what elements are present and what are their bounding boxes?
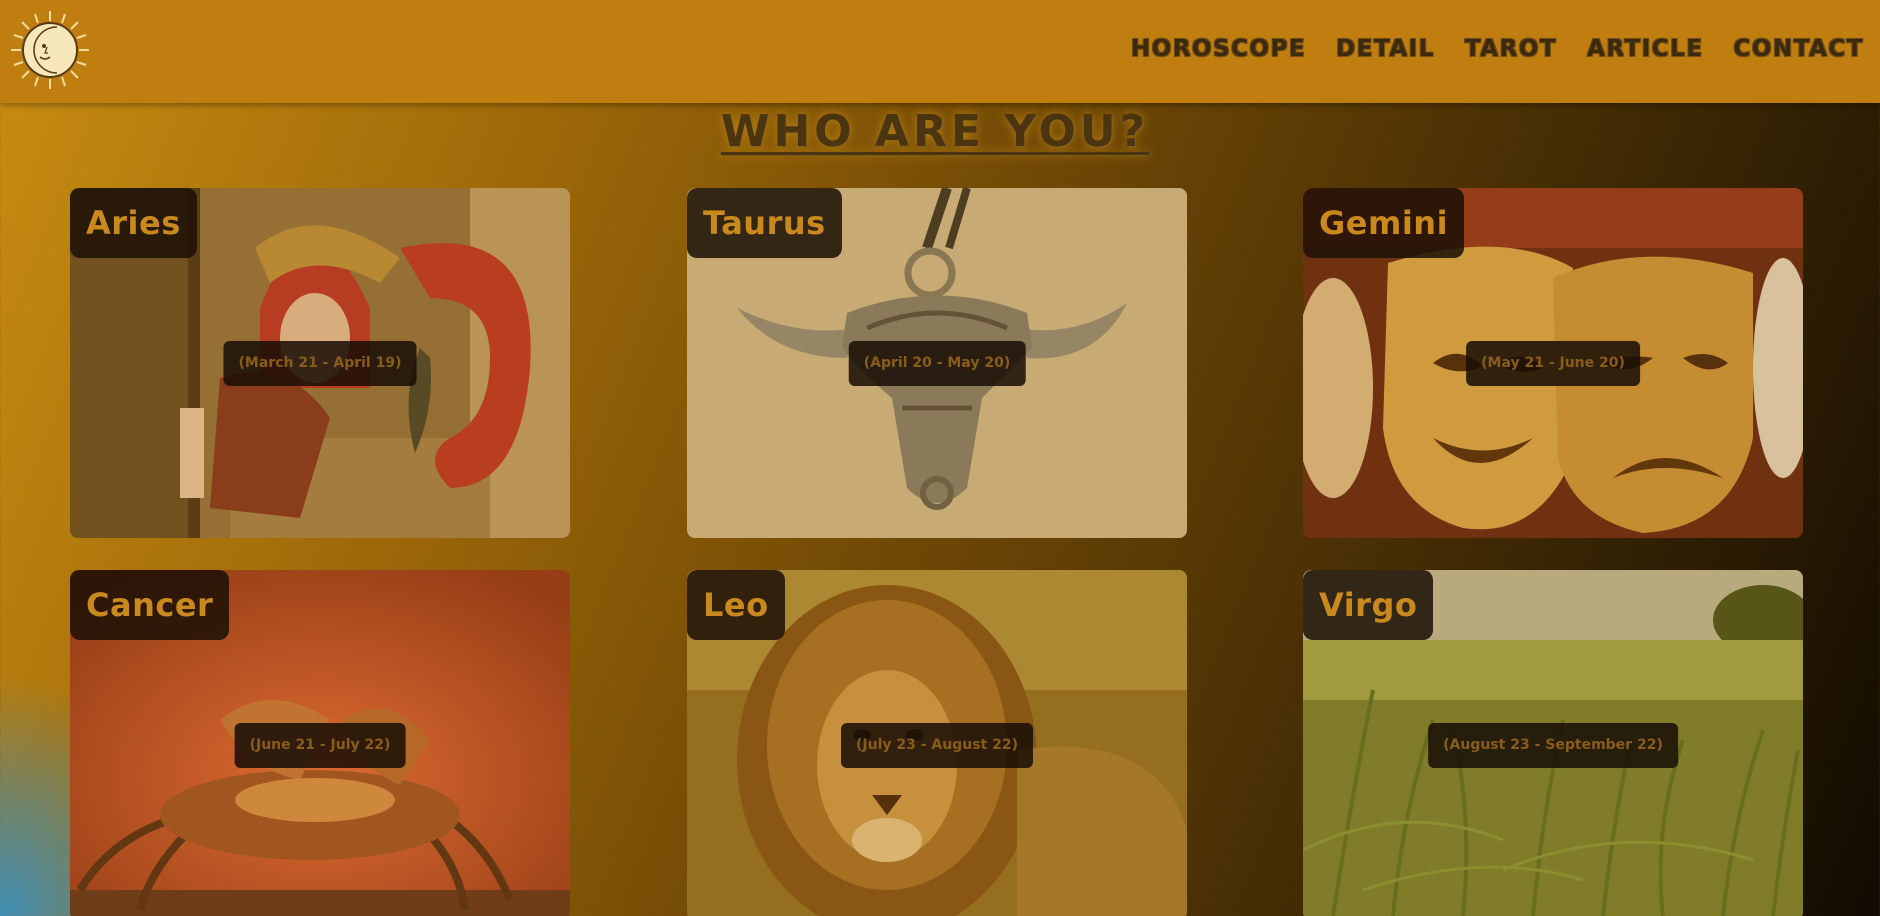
zodiac-card-gemini[interactable]: Gemini (May 21 - June 20): [1303, 188, 1803, 538]
sign-dates-cancer: (June 21 - July 22): [234, 723, 406, 768]
sign-dates-leo: (July 23 - August 22): [841, 723, 1033, 768]
sign-dates-gemini: (May 21 - June 20): [1466, 341, 1640, 386]
sign-name-leo[interactable]: Leo: [687, 570, 785, 640]
zodiac-card-taurus[interactable]: Taurus (April 20 - May 20): [687, 188, 1187, 538]
zodiac-card-cancer[interactable]: Cancer (June 21 - July 22): [70, 570, 570, 916]
nav-article[interactable]: ARTICLE: [1587, 36, 1703, 62]
sign-name-aries[interactable]: Aries: [70, 188, 197, 258]
zodiac-card-leo[interactable]: Leo (July 23 - August 22): [687, 570, 1187, 916]
nav-contact[interactable]: CONTACT: [1734, 36, 1864, 62]
nav-horoscope[interactable]: HOROSCOPE: [1131, 36, 1306, 62]
nav-detail[interactable]: DETAIL: [1336, 36, 1435, 62]
sign-name-virgo[interactable]: Virgo: [1303, 570, 1434, 640]
main-nav: HOROSCOPE DETAIL TAROT ARTICLE CONTACT: [1131, 36, 1864, 62]
sign-name-gemini[interactable]: Gemini: [1303, 188, 1465, 258]
page-title: WHO ARE YOU?: [720, 106, 1150, 157]
sign-dates-virgo: (August 23 - September 22): [1428, 723, 1678, 768]
zodiac-card-virgo[interactable]: Virgo (August 23 - September 22): [1303, 570, 1803, 916]
sun-moon-logo-icon[interactable]: [9, 9, 91, 91]
navbar: HOROSCOPE DETAIL TAROT ARTICLE CONTACT: [0, 0, 1880, 103]
nav-tarot[interactable]: TAROT: [1465, 36, 1557, 62]
zodiac-card-aries[interactable]: Aries (March 21 - April 19): [70, 188, 570, 538]
sign-name-taurus[interactable]: Taurus: [687, 188, 842, 258]
sign-name-cancer[interactable]: Cancer: [70, 570, 230, 640]
sign-dates-aries: (March 21 - April 19): [223, 341, 417, 386]
sign-dates-taurus: (April 20 - May 20): [848, 341, 1026, 386]
